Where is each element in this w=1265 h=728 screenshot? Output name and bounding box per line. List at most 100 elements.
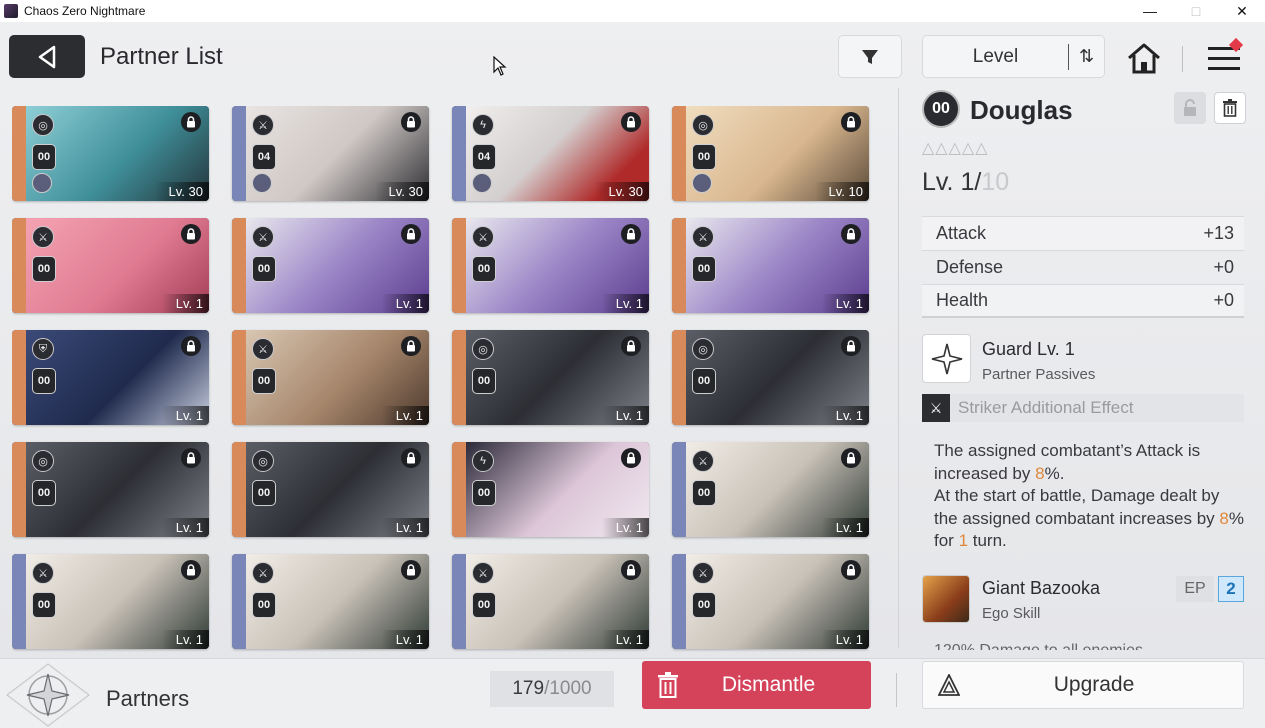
- partner-tag: 00: [32, 592, 56, 618]
- count-current: 179: [512, 678, 545, 699]
- partner-tag: 00: [692, 144, 716, 170]
- target-icon: ◎: [692, 338, 714, 360]
- partner-card[interactable]: ◎ 00 Lv. 1: [12, 442, 209, 537]
- discard-button[interactable]: [1214, 92, 1246, 124]
- partner-card[interactable]: ◎ 00 Lv. 1: [452, 330, 649, 425]
- partner-card[interactable]: ◎ 00 Lv. 10: [672, 106, 869, 201]
- filter-icon: [862, 49, 878, 64]
- lock-icon[interactable]: [841, 560, 861, 580]
- lock-icon[interactable]: [621, 560, 641, 580]
- page-title: Partner List: [100, 43, 223, 70]
- lock-icon[interactable]: [841, 224, 861, 244]
- partner-card[interactable]: ⚔ 00 Lv. 1: [232, 554, 429, 649]
- target-icon: ◎: [32, 450, 54, 472]
- stat-label: Attack: [936, 223, 987, 243]
- lock-toggle-button[interactable]: [1174, 92, 1206, 124]
- partner-card[interactable]: ⚔ 00 Lv. 1: [452, 554, 649, 649]
- card-rarity-stripe: [232, 442, 246, 537]
- card-level: Lv. 1: [161, 630, 209, 649]
- partner-tag: 00: [692, 368, 716, 394]
- lock-icon[interactable]: [401, 224, 421, 244]
- card-rarity-stripe: [672, 554, 686, 649]
- swords-icon: ⚔: [922, 394, 950, 422]
- partner-card[interactable]: ⚔ 00 Lv. 1: [232, 330, 429, 425]
- home-icon: [1128, 43, 1160, 74]
- partner-tag: 00: [692, 480, 716, 506]
- menu-button[interactable]: [1203, 37, 1245, 78]
- lock-icon[interactable]: [401, 336, 421, 356]
- card-level: Lv. 1: [821, 518, 869, 537]
- partner-card[interactable]: ϟ 04 Lv. 30: [452, 106, 649, 201]
- lock-icon[interactable]: [621, 224, 641, 244]
- partner-tag: 00: [692, 256, 716, 282]
- partner-card[interactable]: ◎ 00 Lv. 1: [672, 330, 869, 425]
- minimize-icon[interactable]: —: [1127, 0, 1173, 22]
- card-rarity-stripe: [12, 554, 26, 649]
- card-rarity-stripe: [452, 330, 466, 425]
- equipped-combatant-avatar: [692, 173, 712, 193]
- card-rarity-stripe: [12, 330, 26, 425]
- star-rating: △△△△△: [922, 140, 989, 157]
- partner-tag: 00: [32, 480, 56, 506]
- home-button[interactable]: [1123, 38, 1165, 78]
- card-level: Lv. 1: [161, 294, 209, 313]
- stat-row-defense: Defense +0: [922, 250, 1244, 284]
- card-rarity-stripe: [12, 218, 26, 313]
- lock-icon[interactable]: [841, 336, 861, 356]
- partner-card[interactable]: ⚔ 00 Lv. 1: [12, 554, 209, 649]
- card-level: Lv. 30: [154, 182, 209, 201]
- upgrade-arrow-icon: [923, 674, 975, 696]
- partner-card[interactable]: ⚔ 00 Lv. 1: [672, 554, 869, 649]
- filter-button[interactable]: [838, 35, 902, 78]
- partner-card[interactable]: ⚔ 00 Lv. 1: [672, 218, 869, 313]
- dismantle-button[interactable]: Dismantle: [642, 661, 871, 709]
- shield-icon: ⛨: [32, 338, 54, 360]
- partner-card[interactable]: ⛨ 00 Lv. 1: [12, 330, 209, 425]
- partner-card[interactable]: ⚔ 00 Lv. 1: [232, 218, 429, 313]
- level-current: Lv. 1/: [922, 168, 982, 196]
- desc-text: %.: [1044, 463, 1065, 483]
- close-icon[interactable]: ✕: [1219, 0, 1265, 22]
- app-area: Partner List Level ⇅ ◎ 00 Lv. 30 ⚔ 04 Lv. 30 ϟ…: [0, 22, 1265, 728]
- level-max: 10: [981, 168, 1010, 196]
- partner-card[interactable]: ◎ 00 Lv. 30: [12, 106, 209, 201]
- back-button[interactable]: [9, 35, 85, 78]
- lock-icon[interactable]: [401, 560, 421, 580]
- card-level: Lv. 1: [601, 630, 649, 649]
- desc-text: turn.: [968, 531, 1007, 550]
- partner-card[interactable]: ϟ 00 Lv. 1: [452, 442, 649, 537]
- sort-dropdown[interactable]: Level ⇅: [922, 35, 1105, 78]
- partner-card[interactable]: ⚔ 00 Lv. 1: [12, 218, 209, 313]
- card-rarity-stripe: [672, 218, 686, 313]
- upgrade-button[interactable]: Upgrade: [922, 661, 1244, 709]
- lock-icon[interactable]: [621, 448, 641, 468]
- lock-icon[interactable]: [841, 112, 861, 132]
- lock-icon[interactable]: [621, 336, 641, 356]
- sort-order-icon[interactable]: ⇅: [1069, 46, 1104, 67]
- swords-icon: ⚔: [692, 562, 714, 584]
- lock-icon[interactable]: [181, 448, 201, 468]
- lock-icon[interactable]: [181, 560, 201, 580]
- ego-skill-icon[interactable]: [922, 575, 970, 623]
- partner-card[interactable]: ⚔ 00 Lv. 1: [452, 218, 649, 313]
- partner-tag: 00: [692, 592, 716, 618]
- passive-skill-icon[interactable]: [922, 334, 971, 383]
- lock-icon[interactable]: [401, 112, 421, 132]
- lock-icon[interactable]: [401, 448, 421, 468]
- lock-icon[interactable]: [181, 112, 201, 132]
- stat-label: Health: [936, 290, 989, 310]
- partner-card[interactable]: ⚔ 00 Lv. 1: [672, 442, 869, 537]
- stat-row-attack: Attack +13: [922, 216, 1244, 250]
- lock-icon[interactable]: [181, 224, 201, 244]
- lock-icon[interactable]: [841, 448, 861, 468]
- card-rarity-stripe: [452, 554, 466, 649]
- lock-icon[interactable]: [181, 336, 201, 356]
- partner-card[interactable]: ⚔ 04 Lv. 30: [232, 106, 429, 201]
- lock-icon[interactable]: [621, 112, 641, 132]
- footer-title: Partners: [106, 686, 190, 711]
- maximize-icon[interactable]: □: [1173, 0, 1219, 22]
- partner-card[interactable]: ◎ 00 Lv. 1: [232, 442, 429, 537]
- card-rarity-stripe: [12, 106, 26, 201]
- stats-table: Attack +13 Defense +0 Health +0: [922, 216, 1244, 318]
- partner-tag-badge: 00: [922, 90, 960, 128]
